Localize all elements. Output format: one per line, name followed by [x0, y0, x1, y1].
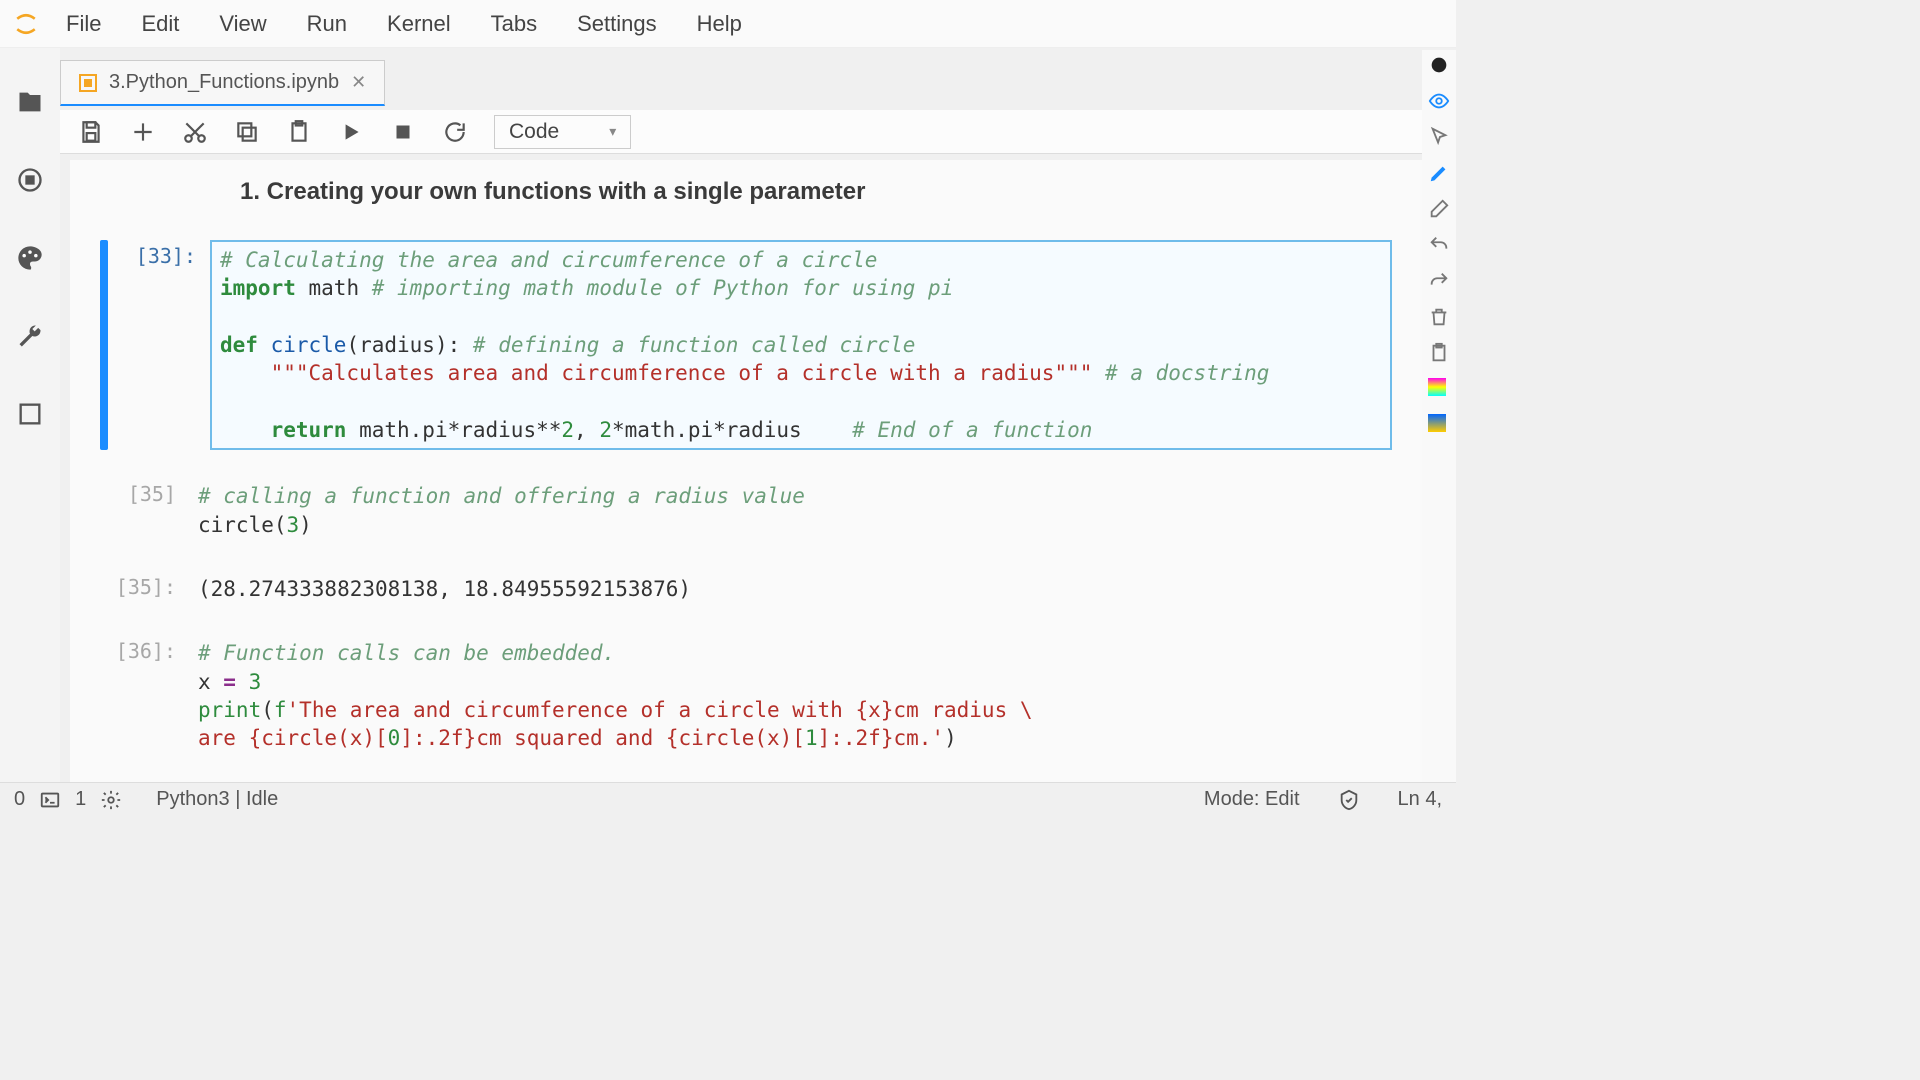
- eye-icon[interactable]: [1428, 90, 1450, 112]
- notebook-file-icon: [79, 74, 97, 92]
- menu-run[interactable]: Run: [289, 5, 365, 43]
- output-text: (28.274333882308138, 18.84955592153876): [190, 571, 1392, 607]
- redo-icon[interactable]: [1428, 270, 1450, 292]
- extensions-icon[interactable]: [16, 400, 44, 428]
- running-icon[interactable]: [16, 166, 44, 194]
- trash-icon[interactable]: [1428, 306, 1450, 328]
- cursor-position: Ln 4,: [1398, 788, 1442, 811]
- run-icon[interactable]: [338, 119, 364, 145]
- tab-strip: 3.Python_Functions.ipynb ✕: [60, 60, 385, 106]
- cursor-icon[interactable]: [1428, 126, 1450, 148]
- input-prompt: [36]:: [100, 635, 190, 782]
- tab-title: 3.Python_Functions.ipynb: [109, 71, 339, 94]
- status-bar: 0 1 Python3 | Idle Mode: Edit Ln 4,: [0, 782, 1456, 816]
- cell-editor[interactable]: # Calculating the area and circumference…: [210, 240, 1392, 450]
- menu-bar: File Edit View Run Kernel Tabs Settings …: [0, 0, 1456, 48]
- menu-help[interactable]: Help: [679, 5, 760, 43]
- copy-icon[interactable]: [234, 119, 260, 145]
- marker-icon[interactable]: [1428, 162, 1450, 184]
- files-icon[interactable]: [16, 88, 44, 116]
- clipboard-icon[interactable]: [1428, 342, 1450, 364]
- cell-editor[interactable]: # calling a function and offering a radi…: [190, 478, 1392, 543]
- color-swatch[interactable]: [1428, 378, 1450, 400]
- code-cell[interactable]: [36]: # Function calls can be embedded. …: [100, 635, 1392, 782]
- section-heading: 1. Creating your own functions with a si…: [240, 178, 1392, 206]
- input-prompt: [33]:: [120, 240, 210, 450]
- paste-icon[interactable]: [286, 119, 312, 145]
- activity-bar: [0, 48, 60, 782]
- menu-settings[interactable]: Settings: [559, 5, 675, 43]
- cell-type-select[interactable]: Code ▾: [494, 115, 631, 149]
- kernel-icon[interactable]: [100, 789, 122, 811]
- code-cell[interactable]: [33]: # Calculating the area and circumf…: [100, 240, 1392, 450]
- stop-icon[interactable]: [390, 119, 416, 145]
- jupyter-logo: [8, 6, 44, 42]
- terminal-icon[interactable]: [39, 789, 61, 811]
- brain-icon[interactable]: [1428, 54, 1450, 76]
- notebook-area: 1. Creating your own functions with a si…: [70, 160, 1422, 782]
- tab-notebook[interactable]: 3.Python_Functions.ipynb ✕: [60, 60, 385, 106]
- cut-icon[interactable]: [182, 119, 208, 145]
- undo-icon[interactable]: [1428, 234, 1450, 256]
- menu-kernel[interactable]: Kernel: [369, 5, 469, 43]
- close-icon[interactable]: ✕: [351, 72, 366, 93]
- palette-icon[interactable]: [16, 244, 44, 272]
- mode-label: Mode: Edit: [1204, 788, 1300, 811]
- restart-icon[interactable]: [442, 119, 468, 145]
- color-swatch-2[interactable]: [1428, 414, 1450, 436]
- menu-view[interactable]: View: [201, 5, 284, 43]
- eraser-icon[interactable]: [1428, 198, 1450, 220]
- menu-edit[interactable]: Edit: [123, 5, 197, 43]
- wrench-icon[interactable]: [16, 322, 44, 350]
- status-count-0: 0: [14, 788, 25, 811]
- output-cell: [35]: (28.274333882308138, 18.8495559215…: [100, 571, 1392, 607]
- trusted-icon[interactable]: [1338, 789, 1360, 811]
- kernel-status[interactable]: Python3 | Idle: [156, 788, 278, 811]
- cell-editor[interactable]: # Function calls can be embedded. x = 3 …: [190, 635, 1392, 782]
- status-count-1: 1: [75, 788, 86, 811]
- save-icon[interactable]: [78, 119, 104, 145]
- annotation-toolbar: [1422, 50, 1456, 782]
- chevron-down-icon: ▾: [609, 123, 616, 140]
- code-cell[interactable]: [35] # calling a function and offering a…: [100, 478, 1392, 543]
- menu-file[interactable]: File: [48, 5, 119, 43]
- menu-tabs[interactable]: Tabs: [473, 5, 555, 43]
- add-cell-icon[interactable]: [130, 119, 156, 145]
- input-prompt: [35]: [100, 478, 190, 543]
- cell-type-label: Code: [509, 120, 559, 144]
- notebook-toolbar: Code ▾: [60, 110, 1422, 154]
- output-prompt: [35]:: [100, 571, 190, 607]
